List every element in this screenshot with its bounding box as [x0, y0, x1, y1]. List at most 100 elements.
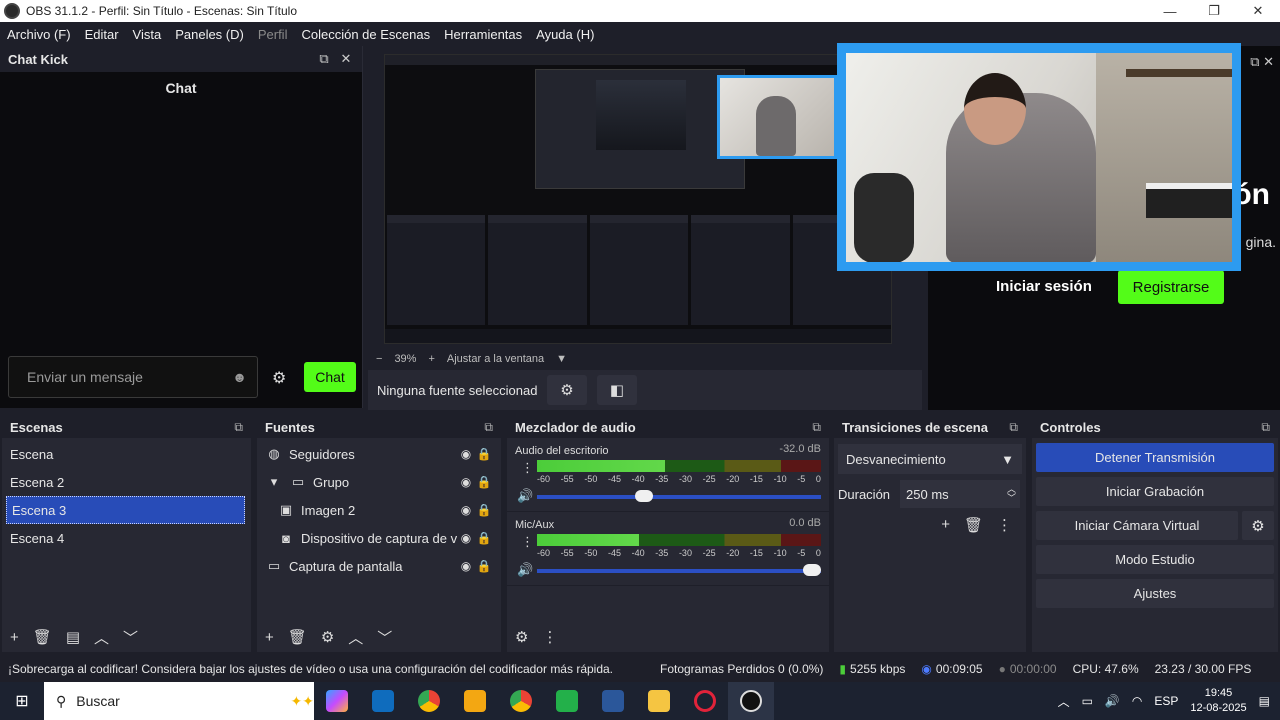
expand-caret-icon[interactable]: ▾	[265, 474, 283, 490]
menu-ayuda[interactable]: Ayuda (H)	[536, 27, 594, 42]
volume-slider-knob[interactable]	[803, 564, 821, 576]
transition-menu-icon[interactable]: ⋮	[997, 516, 1012, 534]
menu-editar[interactable]: Editar	[85, 27, 119, 42]
fit-window-label[interactable]: Ajustar a la ventana	[447, 353, 544, 365]
speaker-icon[interactable]: 🔊	[517, 488, 533, 504]
source-item[interactable]: ▣ Imagen 2 ◉ 🔒	[257, 496, 501, 524]
taskbar-search[interactable]: ⚲ Buscar ✦✦	[44, 682, 314, 720]
source-settings-gear-icon[interactable]: ⚙	[321, 628, 334, 646]
battery-icon[interactable]: ▭	[1082, 694, 1093, 708]
add-source-icon[interactable]: +	[265, 629, 274, 646]
word-app-icon[interactable]	[590, 682, 636, 720]
settings-button[interactable]: Ajustes	[1036, 579, 1274, 608]
lock-icon[interactable]: 🔒	[475, 447, 493, 461]
float-dock-icon[interactable]: ⧉	[1009, 420, 1018, 435]
lock-icon[interactable]: 🔒	[475, 475, 493, 489]
move-down-icon[interactable]: ﹀	[377, 627, 392, 648]
visibility-eye-icon[interactable]: ◉	[457, 559, 475, 573]
menu-archivo[interactable]: Archivo (F)	[7, 27, 71, 42]
float-dock-icon[interactable]: ⧉	[316, 51, 332, 67]
visibility-eye-icon[interactable]: ◉	[457, 503, 475, 517]
move-down-icon[interactable]: ﹀	[123, 627, 138, 648]
visibility-eye-icon[interactable]: ◉	[457, 475, 475, 489]
add-transition-icon[interactable]: +	[941, 516, 950, 534]
volume-slider[interactable]	[537, 564, 821, 576]
menu-coleccion-escenas[interactable]: Colección de Escenas	[301, 27, 430, 42]
track-menu-icon[interactable]: ⋮	[521, 534, 534, 550]
visibility-eye-icon[interactable]: ◉	[457, 531, 475, 545]
chat-send-button[interactable]: Chat	[304, 362, 356, 392]
scene-item-selected[interactable]: Escena 3	[6, 496, 245, 524]
chevron-down-icon[interactable]: ▼	[556, 353, 567, 365]
scene-item[interactable]: Escena 4	[2, 524, 251, 552]
close-button[interactable]: ✕	[1236, 0, 1280, 22]
source-properties-gear-icon[interactable]: ⚙	[547, 375, 587, 405]
source-item[interactable]: ◍ Seguidores ◉ 🔒	[257, 440, 501, 468]
remove-scene-icon[interactable]: 🗑	[33, 628, 52, 646]
zoom-in-button[interactable]: +	[428, 353, 434, 365]
start-recording-button[interactable]: Iniciar Grabación	[1036, 477, 1274, 506]
opera-app-icon[interactable]	[682, 682, 728, 720]
clock[interactable]: 19:45 12-08-2025	[1190, 686, 1246, 716]
tray-chevron-up-icon[interactable]: ︿	[1058, 693, 1070, 710]
minimize-button[interactable]: —	[1148, 0, 1192, 22]
stop-streaming-button[interactable]: Detener Transmisión	[1036, 443, 1274, 472]
file-explorer-icon[interactable]	[636, 682, 682, 720]
windows-start-icon[interactable]: ⊞	[0, 682, 44, 720]
close-dock-icon[interactable]: ✕	[338, 51, 354, 67]
menu-perfil[interactable]: Perfil	[258, 27, 288, 42]
mixer-menu-icon[interactable]: ⋮	[542, 628, 557, 646]
input-language[interactable]: ESP	[1154, 694, 1178, 708]
zoom-out-button[interactable]: −	[376, 353, 382, 365]
copilot-app-icon[interactable]	[314, 682, 360, 720]
obs-app-icon[interactable]	[728, 682, 774, 720]
scene-item[interactable]: Escena	[2, 440, 251, 468]
remove-transition-icon[interactable]: 🗑	[964, 516, 983, 534]
lock-icon[interactable]: 🔒	[475, 503, 493, 517]
kick-register-button[interactable]: Registrarse	[1118, 270, 1224, 304]
float-dock-icon[interactable]: ⧉	[812, 420, 821, 435]
notification-icon[interactable]: ▤	[1259, 694, 1270, 708]
source-item[interactable]: ◙ Dispositivo de captura de vídeo ◉ 🔒	[257, 524, 501, 552]
speaker-icon[interactable]: 🔊	[517, 562, 533, 578]
lock-icon[interactable]: 🔒	[475, 531, 493, 545]
float-dock-icon[interactable]: ⧉	[234, 420, 243, 435]
scene-filters-icon[interactable]: ▤	[66, 628, 80, 646]
menu-herramientas[interactable]: Herramientas	[444, 27, 522, 42]
move-up-icon[interactable]: ︿	[348, 627, 363, 648]
float-dock-icon[interactable]: ⧉ ✕	[1250, 54, 1274, 70]
volume-slider-knob[interactable]	[635, 490, 654, 502]
volume-slider[interactable]	[537, 490, 821, 502]
menu-vista[interactable]: Vista	[133, 27, 162, 42]
emoji-icon[interactable]: ☻	[232, 369, 247, 385]
scene-item[interactable]: Escena 2	[2, 468, 251, 496]
kick-login-link[interactable]: Iniciar sesión	[996, 278, 1092, 295]
chrome-app-icon[interactable]	[406, 682, 452, 720]
start-virtual-camera-button[interactable]: Iniciar Cámara Virtual	[1036, 511, 1238, 540]
visibility-eye-icon[interactable]: ◉	[457, 447, 475, 461]
remove-source-icon[interactable]: 🗑	[288, 628, 307, 646]
volume-icon[interactable]: 🔊	[1105, 694, 1120, 708]
virtual-camera-gear-icon[interactable]: ⚙	[1242, 511, 1274, 540]
source-item[interactable]: ▾ ▭ Grupo ◉ 🔒	[257, 468, 501, 496]
studio-mode-button[interactable]: Modo Estudio	[1036, 545, 1274, 574]
move-up-icon[interactable]: ︿	[94, 627, 109, 648]
advanced-audio-gear-icon[interactable]: ⚙	[515, 628, 528, 646]
browser-app-icon[interactable]	[498, 682, 544, 720]
track-menu-icon[interactable]: ⋮	[521, 460, 534, 476]
source-item[interactable]: ▭ Captura de pantalla ◉ 🔒	[257, 552, 501, 580]
outlook-app-icon[interactable]	[360, 682, 406, 720]
store-app-icon[interactable]	[452, 682, 498, 720]
add-scene-icon[interactable]: +	[10, 629, 19, 646]
spin-arrows-icon[interactable]: ︿ ﹀	[1007, 485, 1016, 503]
float-dock-icon[interactable]: ⧉	[1261, 420, 1270, 435]
float-dock-icon[interactable]: ⧉	[484, 420, 493, 435]
chat-settings-gear-icon[interactable]: ⚙	[272, 368, 286, 388]
chat-message-input[interactable]: Enviar un mensaje ☻	[8, 356, 258, 398]
lock-icon[interactable]: 🔒	[475, 559, 493, 573]
restore-button[interactable]: ❐	[1192, 0, 1236, 22]
kick-app-icon[interactable]	[544, 682, 590, 720]
wifi-icon[interactable]: ◠	[1132, 694, 1142, 708]
duration-spinbox[interactable]: 250 ms ︿ ﹀	[900, 480, 1021, 508]
transition-select[interactable]: Desvanecimiento ▼	[838, 444, 1022, 474]
